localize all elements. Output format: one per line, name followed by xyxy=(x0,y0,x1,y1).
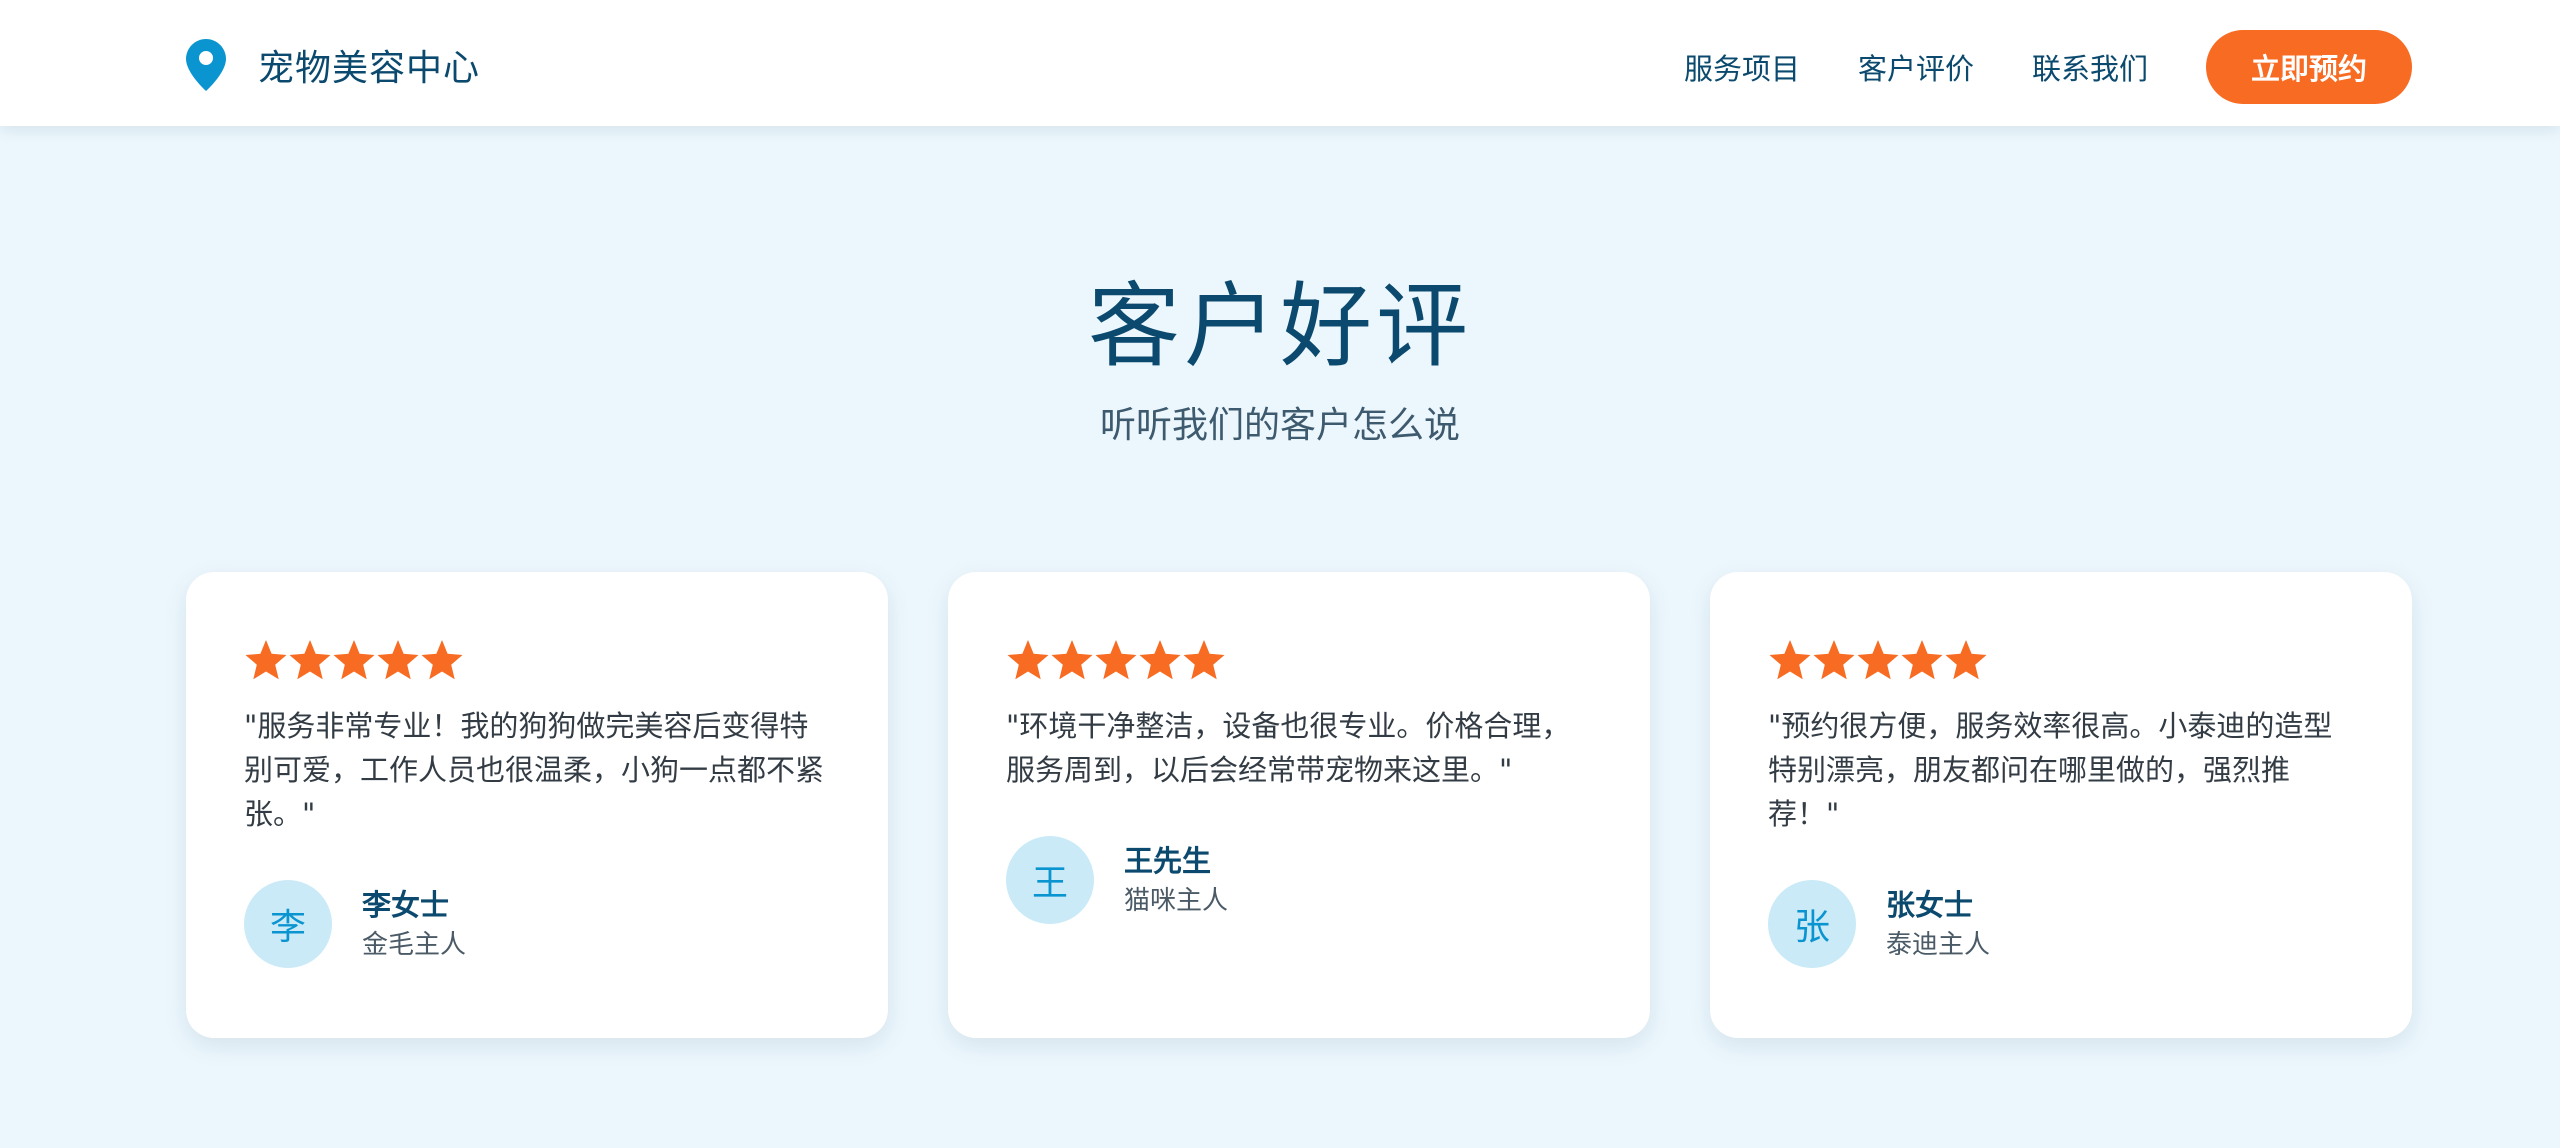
reviewer-role: 泰迪主人 xyxy=(1886,930,1991,960)
star-rating xyxy=(1006,632,1592,688)
star-icon xyxy=(1007,640,1049,680)
star-icon xyxy=(1901,640,1943,680)
reviewer-name: 李女士 xyxy=(362,888,450,922)
star-icon xyxy=(1857,640,1899,680)
star-icon xyxy=(1139,640,1181,680)
reviewer: 王 王先生 猫咪主人 xyxy=(1006,836,1592,924)
testimonial-card: "服务非常专业！我的狗狗做完美容后变得特别可爱，工作人员也很温柔，小狗一点都不紧… xyxy=(186,572,888,1038)
testimonial-card: "预约很方便，服务效率很高。小泰迪的造型特别漂亮，朋友都问在哪里做的，强烈推荐！… xyxy=(1710,572,2412,1038)
star-icon xyxy=(333,640,375,680)
star-icon xyxy=(1769,640,1811,680)
location-pin-icon xyxy=(186,35,246,95)
reviewer-info: 李女士 金毛主人 xyxy=(362,884,466,964)
star-rating xyxy=(1768,632,2354,688)
avatar: 王 xyxy=(1006,836,1094,924)
reviewer-role: 猫咪主人 xyxy=(1124,886,1229,916)
testimonial-quote: "预约很方便，服务效率很高。小泰迪的造型特别漂亮，朋友都问在哪里做的，强烈推荐！… xyxy=(1768,709,2333,831)
star-icon xyxy=(1813,640,1855,680)
reviewer-info: 王先生 猫咪主人 xyxy=(1124,840,1228,920)
nav-services[interactable]: 服务项目 xyxy=(1684,46,1800,88)
testimonial-card: "环境干净整洁，设备也很专业。价格合理，服务周到，以后会经常带宠物来这里。" 王… xyxy=(948,572,1650,1038)
section-title: 客户好评 xyxy=(1087,273,1472,380)
reviewer-name: 张女士 xyxy=(1886,888,1974,922)
avatar: 张 xyxy=(1768,880,1856,968)
reviewer: 张 张女士 泰迪主人 xyxy=(1768,880,2354,968)
star-icon xyxy=(1945,640,1987,680)
avatar: 李 xyxy=(244,880,332,968)
main-nav: 服务项目 客户评价 联系我们 立即预约 xyxy=(1684,30,2412,104)
testimonial-quote: "服务非常专业！我的狗狗做完美容后变得特别可爱，工作人员也很温柔，小狗一点都不紧… xyxy=(244,709,825,831)
reviewer-name: 王先生 xyxy=(1124,844,1212,878)
section-subtitle: 听听我们的客户怎么说 xyxy=(1099,405,1460,446)
nav-reviews[interactable]: 客户评价 xyxy=(1858,46,1974,88)
brand-name: 宠物美容中心 xyxy=(258,48,481,89)
star-icon xyxy=(421,640,463,680)
book-now-button[interactable]: 立即预约 xyxy=(2206,30,2412,104)
star-icon xyxy=(245,640,287,680)
brand[interactable]: 宠物美容中心 xyxy=(186,36,480,94)
star-icon xyxy=(1051,640,1093,680)
site-header: 宠物美容中心 服务项目 客户评价 联系我们 立即预约 xyxy=(0,0,2560,126)
nav-contact[interactable]: 联系我们 xyxy=(2032,46,2148,88)
testimonial-quote: "环境干净整洁，设备也很专业。价格合理，服务周到，以后会经常带宠物来这里。" xyxy=(1006,709,1571,787)
reviewer-info: 张女士 泰迪主人 xyxy=(1886,884,1990,964)
star-icon xyxy=(289,640,331,680)
star-rating xyxy=(244,632,830,688)
reviewer: 李 李女士 金毛主人 xyxy=(244,880,830,968)
reviewer-role: 金毛主人 xyxy=(362,930,467,960)
star-icon xyxy=(377,640,419,680)
star-icon xyxy=(1183,640,1225,680)
star-icon xyxy=(1095,640,1137,680)
